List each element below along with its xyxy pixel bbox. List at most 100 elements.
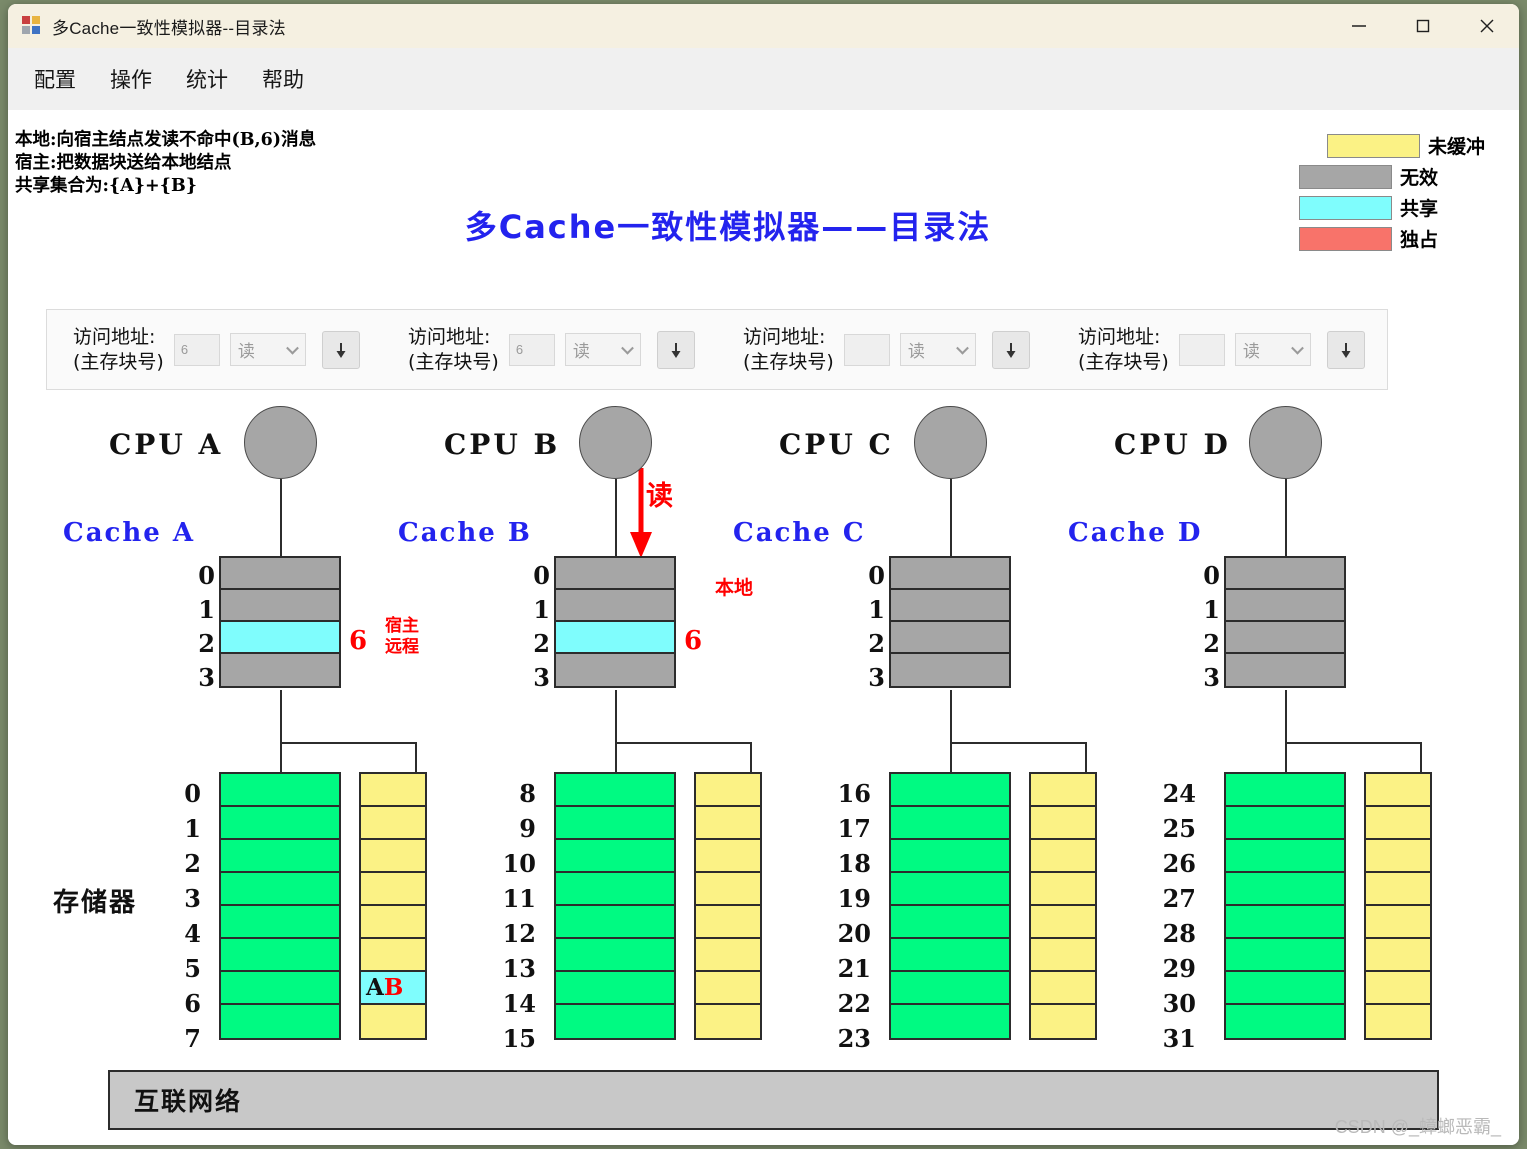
memory-cell-a-7[interactable] (221, 1005, 339, 1038)
memory-cell-d-4[interactable] (1226, 906, 1344, 939)
directory-cell-a-0[interactable] (361, 774, 425, 807)
memory-cell-b-3[interactable] (556, 873, 674, 906)
directory-cell-a-6[interactable]: A B (361, 972, 425, 1005)
address-input-a[interactable] (173, 333, 220, 366)
cache-line-d-3[interactable] (1226, 654, 1344, 686)
close-button[interactable] (1455, 4, 1519, 48)
directory-cell-b-7[interactable] (696, 1005, 760, 1038)
memory-cell-b-5[interactable] (556, 939, 674, 972)
directory-cell-b-2[interactable] (696, 840, 760, 873)
cache-line-b-2[interactable] (556, 622, 674, 654)
memory-cell-a-2[interactable] (221, 840, 339, 873)
memory-cell-b-6[interactable] (556, 972, 674, 1005)
memory-cell-d-7[interactable] (1226, 1005, 1344, 1038)
directory-cell-c-0[interactable] (1031, 774, 1095, 807)
directory-cell-d-6[interactable] (1366, 972, 1430, 1005)
memory-cell-b-1[interactable] (556, 807, 674, 840)
address-input-d[interactable] (1178, 333, 1225, 366)
cache-line-d-2[interactable] (1226, 622, 1344, 654)
directory-cell-d-4[interactable] (1366, 906, 1430, 939)
directory-cell-d-5[interactable] (1366, 939, 1430, 972)
directory-cell-c-1[interactable] (1031, 807, 1095, 840)
cache-line-c-0[interactable] (891, 558, 1009, 590)
menu-item-operation[interactable]: 操作 (98, 60, 164, 98)
memory-cell-d-3[interactable] (1226, 873, 1344, 906)
directory-cell-a-1[interactable] (361, 807, 425, 840)
memory-cell-c-2[interactable] (891, 840, 1009, 873)
execute-button-a[interactable] (321, 330, 360, 369)
memory-cell-a-6[interactable] (221, 972, 339, 1005)
directory-cell-b-0[interactable] (696, 774, 760, 807)
operation-select-a[interactable]: 读 (229, 333, 306, 366)
cache-line-b-3[interactable] (556, 654, 674, 686)
directory-cell-a-2[interactable] (361, 840, 425, 873)
operation-select-d[interactable]: 读 (1234, 333, 1311, 366)
directory-cell-d-2[interactable] (1366, 840, 1430, 873)
directory-cell-d-1[interactable] (1366, 807, 1430, 840)
cache-line-d-0[interactable] (1226, 558, 1344, 590)
directory-cell-a-5[interactable] (361, 939, 425, 972)
execute-button-b[interactable] (656, 330, 695, 369)
address-input-b[interactable] (508, 333, 555, 366)
execute-button-d[interactable] (1326, 330, 1365, 369)
cache-line-a-0[interactable] (221, 558, 339, 590)
menu-item-statistics[interactable]: 统计 (174, 60, 240, 98)
maximize-button[interactable] (1391, 4, 1455, 48)
memory-cell-c-3[interactable] (891, 873, 1009, 906)
memory-cell-a-3[interactable] (221, 873, 339, 906)
memory-cell-c-6[interactable] (891, 972, 1009, 1005)
cache-line-b-1[interactable] (556, 590, 674, 622)
address-input-c[interactable] (843, 333, 890, 366)
memory-cell-c-0[interactable] (891, 774, 1009, 807)
memory-cell-d-5[interactable] (1226, 939, 1344, 972)
memory-cell-d-2[interactable] (1226, 840, 1344, 873)
directory-cell-c-2[interactable] (1031, 840, 1095, 873)
directory-cell-b-4[interactable] (696, 906, 760, 939)
directory-cell-c-4[interactable] (1031, 906, 1095, 939)
directory-cell-b-5[interactable] (696, 939, 760, 972)
cache-label-d: Cache D (1068, 518, 1203, 548)
memory-cell-b-4[interactable] (556, 906, 674, 939)
cache-line-a-2[interactable] (221, 622, 339, 654)
memory-cell-d-1[interactable] (1226, 807, 1344, 840)
memory-cell-c-5[interactable] (891, 939, 1009, 972)
directory-cell-c-6[interactable] (1031, 972, 1095, 1005)
cache-line-c-3[interactable] (891, 654, 1009, 686)
memory-cell-c-7[interactable] (891, 1005, 1009, 1038)
memory-cell-b-0[interactable] (556, 774, 674, 807)
memory-cell-c-1[interactable] (891, 807, 1009, 840)
directory-cell-c-3[interactable] (1031, 873, 1095, 906)
directory-cell-d-0[interactable] (1366, 774, 1430, 807)
directory-cell-b-1[interactable] (696, 807, 760, 840)
memory-cell-b-7[interactable] (556, 1005, 674, 1038)
memory-cell-a-5[interactable] (221, 939, 339, 972)
minimize-button[interactable] (1327, 4, 1391, 48)
memory-cell-d-0[interactable] (1226, 774, 1344, 807)
cache-line-a-1[interactable] (221, 590, 339, 622)
cache-line-c-1[interactable] (891, 590, 1009, 622)
cache-line-b-0[interactable] (556, 558, 674, 590)
memory-cell-d-6[interactable] (1226, 972, 1344, 1005)
cache-line-c-2[interactable] (891, 622, 1009, 654)
memory-cell-c-4[interactable] (891, 906, 1009, 939)
directory-cell-b-3[interactable] (696, 873, 760, 906)
directory-cell-d-7[interactable] (1366, 1005, 1430, 1038)
directory-cell-a-7[interactable] (361, 1005, 425, 1038)
menu-item-help[interactable]: 帮助 (250, 60, 316, 98)
memory-cell-a-1[interactable] (221, 807, 339, 840)
directory-cell-c-5[interactable] (1031, 939, 1095, 972)
execute-button-c[interactable] (991, 330, 1030, 369)
memory-cell-b-2[interactable] (556, 840, 674, 873)
memory-cell-a-4[interactable] (221, 906, 339, 939)
cache-line-d-1[interactable] (1226, 590, 1344, 622)
directory-cell-b-6[interactable] (696, 972, 760, 1005)
operation-select-b[interactable]: 读 (564, 333, 641, 366)
cache-line-a-3[interactable] (221, 654, 339, 686)
directory-cell-a-4[interactable] (361, 906, 425, 939)
operation-select-c[interactable]: 读 (899, 333, 976, 366)
memory-cell-a-0[interactable] (221, 774, 339, 807)
directory-cell-a-3[interactable] (361, 873, 425, 906)
directory-cell-c-7[interactable] (1031, 1005, 1095, 1038)
directory-cell-d-3[interactable] (1366, 873, 1430, 906)
menu-item-config[interactable]: 配置 (22, 60, 88, 98)
